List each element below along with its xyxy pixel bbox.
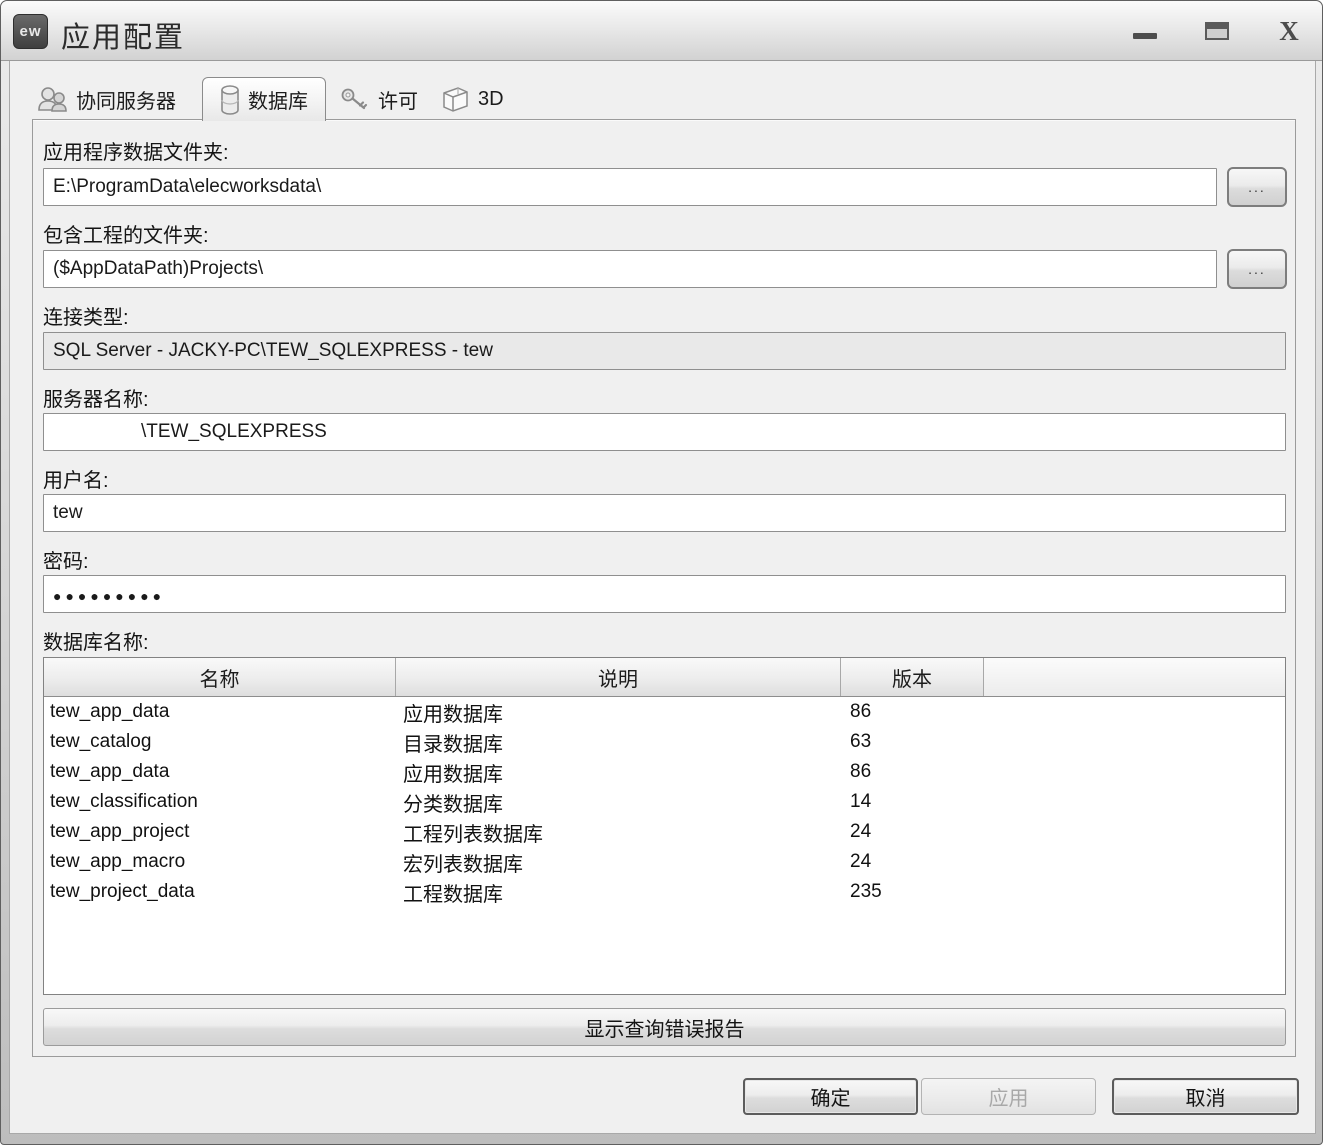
db-name: tew_app_data [50, 701, 170, 722]
tab-3d[interactable]: 3D [438, 79, 504, 119]
db-version: 24 [850, 821, 872, 842]
cube-icon [438, 84, 470, 114]
username-input[interactable] [43, 494, 1286, 532]
window-title: 应用配置 [61, 22, 186, 54]
db-version: 86 [850, 761, 872, 782]
db-version: 63 [850, 731, 872, 752]
username-label: 用户名: [43, 470, 109, 492]
maximize-button[interactable] [1200, 14, 1234, 48]
tab-label: 数据库 [248, 91, 308, 113]
app-logo-icon: ew [13, 14, 48, 49]
projects-folder-input[interactable] [43, 250, 1217, 288]
tab-database[interactable]: 数据库 [202, 77, 326, 121]
db-description: 宏列表数据库 [403, 853, 523, 876]
db-name: tew_app_macro [50, 851, 186, 872]
apply-button[interactable]: 应用 [921, 1078, 1096, 1115]
app-data-folder-label: 应用程序数据文件夹: [43, 142, 229, 164]
ok-button[interactable]: 确定 [743, 1078, 918, 1115]
db-version: 14 [850, 791, 872, 812]
db-description: 工程数据库 [403, 883, 503, 906]
titlebar: ew 应用配置 X [1, 1, 1322, 61]
tab-label: 许可 [378, 90, 418, 113]
db-description: 工程列表数据库 [403, 823, 543, 846]
cancel-button[interactable]: 取消 [1112, 1078, 1299, 1115]
projects-folder-browse-button[interactable]: ... [1227, 249, 1287, 289]
table-row[interactable]: tew_classification 分类数据库 14 [44, 787, 1285, 817]
tab-label: 协同服务器 [76, 90, 176, 113]
window-controls: X [1128, 1, 1310, 61]
maximize-icon [1205, 22, 1229, 40]
db-name: tew_classification [50, 791, 198, 812]
db-name: tew_catalog [50, 731, 152, 752]
column-header-filler [984, 658, 1285, 696]
table-row[interactable]: tew_app_project 工程列表数据库 24 [44, 817, 1285, 847]
connection-type-label: 连接类型: [43, 307, 129, 329]
app-data-folder-browse-button[interactable]: ... [1227, 167, 1287, 207]
database-tab-panel: 应用程序数据文件夹: ... 包含工程的文件夹: ... 连接类型: 服务器名称… [32, 119, 1296, 1057]
show-error-report-button[interactable]: 显示查询错误报告 [43, 1008, 1286, 1046]
tab-label: 3D [478, 87, 504, 110]
minimize-icon [1133, 33, 1157, 39]
db-description: 应用数据库 [403, 763, 503, 786]
database-list-label: 数据库名称: [43, 632, 149, 654]
table-row[interactable]: tew_app_data 应用数据库 86 [44, 757, 1285, 787]
table-row[interactable]: tew_app_data 应用数据库 86 [44, 697, 1285, 727]
column-header-version[interactable]: 版本 [841, 658, 984, 696]
db-name: tew_project_data [50, 881, 195, 902]
db-name: tew_app_data [50, 761, 170, 782]
table-header: 名称 说明 版本 [44, 658, 1285, 697]
db-version: 24 [850, 851, 872, 872]
dialog-body: 协同服务器 数据库 许可 3D 应用程序数据文件夹: E:\ProgramDat… [9, 61, 1316, 1134]
password-label: 密码: [43, 551, 89, 573]
db-name: tew_app_project [50, 821, 190, 842]
table-body: tew_app_data 应用数据库 86 tew_catalog 目录数据库 … [44, 697, 1285, 994]
server-name-input[interactable] [43, 413, 1286, 451]
database-icon [220, 84, 240, 115]
app-config-window: ew 应用配置 X 协同服务器 数据库 许可 3D 应用程序数据文件夹: E:\… [0, 0, 1323, 1145]
db-description: 目录数据库 [403, 733, 503, 756]
table-row[interactable]: tew_project_data 工程数据库 235 [44, 877, 1285, 907]
connection-type-field [43, 332, 1286, 370]
key-icon [340, 87, 370, 111]
db-description: 分类数据库 [403, 793, 503, 816]
db-version: 235 [850, 881, 882, 902]
table-row[interactable]: tew_app_macro 宏列表数据库 24 [44, 847, 1285, 877]
password-input[interactable] [43, 575, 1286, 613]
minimize-button[interactable] [1128, 14, 1162, 48]
users-icon [36, 85, 68, 113]
column-header-description[interactable]: 说明 [396, 658, 841, 696]
database-table: 名称 说明 版本 tew_app_data 应用数据库 86 tew_catal… [43, 657, 1286, 995]
app-logo-text: ew [19, 23, 42, 40]
close-icon: X [1279, 15, 1299, 46]
tab-license[interactable]: 许可 [340, 79, 418, 119]
tab-collab-server[interactable]: 协同服务器 [36, 79, 176, 119]
db-version: 86 [850, 701, 872, 722]
server-name-label: 服务器名称: [43, 389, 149, 411]
column-header-name[interactable]: 名称 [44, 658, 396, 696]
close-button[interactable]: X [1272, 14, 1306, 48]
table-row[interactable]: tew_catalog 目录数据库 63 [44, 727, 1285, 757]
db-description: 应用数据库 [403, 703, 503, 726]
app-data-folder-input[interactable] [43, 168, 1217, 206]
projects-folder-label: 包含工程的文件夹: [43, 225, 209, 247]
